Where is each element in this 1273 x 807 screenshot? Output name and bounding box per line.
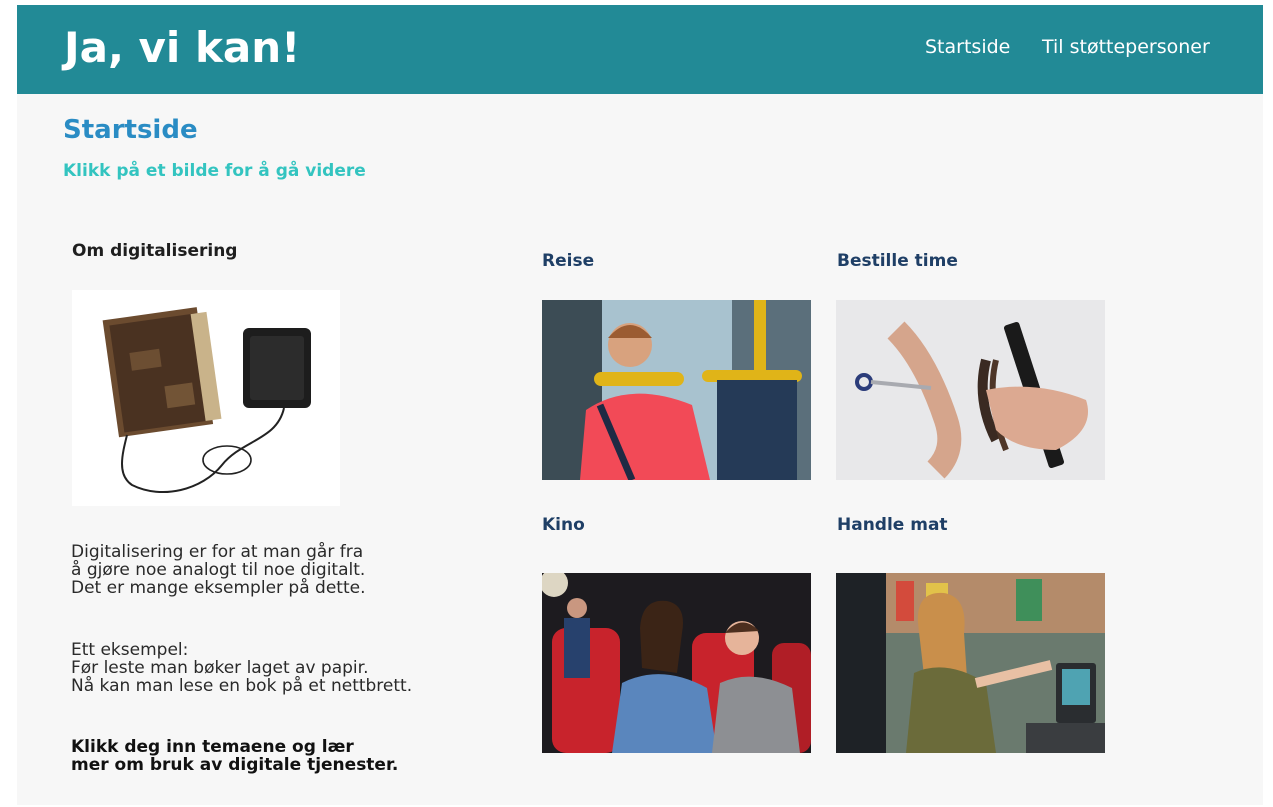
intro-line: å gjøre noe analogt til noe digitalt. [71, 560, 366, 580]
intro-heading: Om digitalisering [72, 241, 238, 261]
tile-image-kino[interactable] [542, 573, 811, 753]
site-logo-text[interactable]: Ja, vi kan! [64, 21, 300, 75]
book-tablet-image [72, 290, 340, 506]
tile-title-handle-mat[interactable]: Handle mat [837, 515, 948, 535]
nav-link-startside[interactable]: Startside [925, 35, 1010, 59]
intro-line: mer om bruk av digitale tjenester. [71, 755, 399, 775]
intro-line: Klikk deg inn temaene og lær [71, 737, 354, 757]
nav-link-stottepersoner[interactable]: Til støttepersoner [1042, 35, 1210, 59]
site-header: Ja, vi kan! Startside Til støttepersoner [17, 5, 1263, 94]
tile-title-bestille-time[interactable]: Bestille time [837, 251, 958, 271]
tile-image-bestille-time[interactable] [836, 300, 1105, 480]
tile-image-handle-mat[interactable] [836, 573, 1105, 753]
tile-title-reise[interactable]: Reise [542, 251, 594, 271]
page-subtitle: Klikk på et bilde for å gå videre [63, 161, 366, 181]
intro-line: Ett eksempel: [71, 640, 189, 660]
intro-line: Det er mange eksempler på dette. [71, 578, 366, 598]
intro-paragraph-2: Ett eksempel: Før leste man bøker laget … [71, 641, 412, 695]
page: Ja, vi kan! Startside Til støttepersoner… [17, 5, 1263, 805]
intro-line: Nå kan man lese en bok på et nettbrett. [71, 676, 413, 696]
intro-call-to-action: Klikk deg inn temaene og lær mer om bruk… [71, 738, 398, 774]
intro-line: Før leste man bøker laget av papir. [71, 658, 369, 678]
tile-image-reise[interactable] [542, 300, 811, 480]
tile-title-kino[interactable]: Kino [542, 515, 585, 535]
page-title: Startside [63, 115, 198, 145]
intro-paragraph-1: Digitalisering er for at man går fra å g… [71, 543, 365, 597]
intro-line: Digitalisering er for at man går fra [71, 542, 364, 562]
